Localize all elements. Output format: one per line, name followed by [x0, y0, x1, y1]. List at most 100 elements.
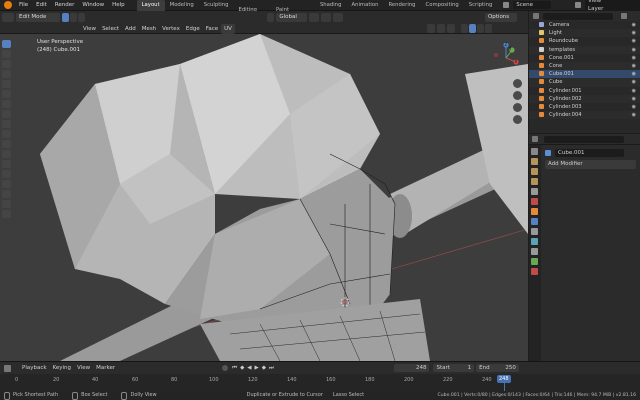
outliner-item-cylinder-004[interactable]: Cylinder.004 ◉	[529, 111, 640, 120]
poly-build-tool-icon[interactable]	[2, 180, 11, 188]
eye-icon[interactable]: ◉	[632, 70, 636, 78]
eye-icon[interactable]: ◉	[632, 21, 636, 29]
outliner-item-cube[interactable]: Cube ◉	[529, 78, 640, 87]
xray-icon[interactable]	[446, 24, 455, 33]
render-tab-icon[interactable]	[531, 158, 538, 165]
properties-search-input[interactable]	[544, 135, 624, 143]
playhead[interactable]: 248	[497, 375, 511, 383]
eye-icon[interactable]: ◉	[632, 37, 636, 45]
menu-playback[interactable]: Playback	[19, 362, 50, 374]
tab-animation[interactable]: Animation	[346, 0, 383, 11]
3d-viewport[interactable]: User Perspective (248) Cube.001 Y Z X	[0, 34, 528, 361]
play-reverse-icon[interactable]: ◀	[247, 365, 251, 371]
outliner-filter-icon[interactable]	[533, 13, 539, 19]
vertex-select-icon[interactable]	[62, 13, 70, 22]
object-name-field[interactable]: Cube.001	[555, 148, 625, 157]
next-keyframe-icon[interactable]: ◆	[262, 365, 266, 371]
zoom-icon[interactable]	[513, 79, 522, 88]
overlay-icon[interactable]	[436, 24, 445, 33]
tab-layout[interactable]: Layout	[136, 0, 165, 11]
menu-help[interactable]: Help	[108, 0, 129, 11]
scale-tool-icon[interactable]	[2, 80, 11, 88]
eye-icon[interactable]: ◉	[632, 103, 636, 111]
add-cube-tool-icon[interactable]	[2, 120, 11, 128]
scene-icon[interactable]	[503, 2, 510, 8]
proportional-edit-icon[interactable]	[332, 13, 343, 22]
face-select-icon[interactable]	[78, 13, 86, 22]
eye-icon[interactable]: ◉	[632, 29, 636, 37]
wireframe-shading-icon[interactable]	[460, 24, 468, 33]
particles-tab-icon[interactable]	[531, 228, 538, 235]
eye-icon[interactable]: ◉	[632, 78, 636, 86]
prev-keyframe-icon[interactable]: ◆	[240, 365, 244, 371]
smooth-tool-icon[interactable]	[2, 200, 11, 208]
inset-tool-icon[interactable]	[2, 140, 11, 148]
record-icon[interactable]	[222, 365, 229, 371]
bevel-tool-icon[interactable]	[2, 150, 11, 158]
outliner-search-input[interactable]	[543, 12, 613, 20]
add-modifier-button[interactable]: Add Modifier	[545, 160, 636, 169]
outliner-item-cone-001[interactable]: Cone.001 ◉	[529, 54, 640, 62]
menu-window[interactable]: Window	[78, 0, 108, 11]
menu-add[interactable]: Add	[122, 24, 139, 34]
view-layer-tab-icon[interactable]	[531, 178, 538, 185]
extrude-tool-icon[interactable]	[2, 130, 11, 138]
outliner-item-cone[interactable]: Cone ◉	[529, 61, 640, 71]
menu-mesh[interactable]: Mesh	[139, 24, 159, 34]
eye-icon[interactable]: ◉	[632, 111, 636, 119]
jump-start-icon[interactable]: ⏮	[232, 365, 237, 372]
grid-view-icon[interactable]	[513, 115, 522, 124]
outliner-item-cylinder-003[interactable]: Cylinder.003 ◉	[529, 103, 640, 111]
outliner-item-roundcube[interactable]: Roundcube ◉	[529, 37, 640, 45]
transform-tool-icon[interactable]	[2, 90, 11, 98]
tab-shading[interactable]: Shading	[315, 0, 347, 11]
pan-hand-icon[interactable]	[513, 91, 522, 100]
outliner-item-templates[interactable]: templates ◉	[529, 45, 640, 54]
world-tab-icon[interactable]	[531, 198, 538, 205]
modifier-tab-icon[interactable]	[531, 218, 538, 225]
timeline-editor-icon[interactable]	[4, 364, 11, 372]
knife-tool-icon[interactable]	[2, 170, 11, 178]
tab-modeling[interactable]: Modeling	[165, 0, 199, 11]
menu-select[interactable]: Select	[99, 24, 122, 34]
material-tab-icon[interactable]	[531, 268, 538, 275]
pivot-icon[interactable]	[308, 13, 319, 22]
tool-tab-icon[interactable]	[531, 148, 538, 155]
viewport-visibility-icon[interactable]	[426, 24, 435, 33]
menu-file[interactable]: File	[15, 0, 32, 11]
material-shading-icon[interactable]	[476, 24, 484, 33]
camera-view-icon[interactable]	[513, 103, 522, 112]
menu-view[interactable]: View	[80, 24, 99, 34]
shrink-tool-icon[interactable]	[2, 210, 11, 218]
output-tab-icon[interactable]	[531, 168, 538, 175]
properties-editor-icon[interactable]	[532, 136, 538, 142]
scene-selector[interactable]: Scene	[513, 1, 552, 9]
transform-orientation-icon[interactable]	[267, 13, 275, 22]
menu-keying[interactable]: Keying	[50, 362, 74, 374]
outliner-item-camera[interactable]: Camera ◉	[529, 21, 640, 29]
eye-icon[interactable]: ◉	[632, 95, 636, 103]
measure-tool-icon[interactable]	[2, 110, 11, 118]
view-layer-icon[interactable]	[575, 2, 582, 8]
outliner-item-cylinder-002[interactable]: Cylinder.002 ◉	[529, 94, 640, 103]
tab-compositing[interactable]: Compositing	[421, 0, 464, 11]
editor-type-icon[interactable]	[2, 13, 14, 22]
outliner-item-cube-001[interactable]: Cube.001 ◉	[529, 70, 640, 79]
loop-cut-tool-icon[interactable]	[2, 160, 11, 168]
transform-orientation-selector[interactable]: Global	[276, 13, 307, 22]
eye-icon[interactable]: ◉	[632, 87, 636, 95]
physics-tab-icon[interactable]	[531, 238, 538, 245]
annotate-tool-icon[interactable]	[2, 100, 11, 108]
cursor-tool-icon[interactable]	[2, 50, 11, 58]
eye-icon[interactable]: ◉	[632, 54, 636, 62]
start-frame-field[interactable]: Start 1	[433, 364, 475, 372]
timeline-scrubber[interactable]: 0 20 40 60 80 100 120 140 160 180 200 22…	[0, 374, 640, 392]
end-frame-field[interactable]: End 250	[476, 364, 519, 372]
options-dropdown[interactable]: Options	[484, 13, 518, 22]
menu-uv[interactable]: UV	[221, 23, 235, 34]
edge-select-icon[interactable]	[70, 13, 78, 22]
constraints-tab-icon[interactable]	[531, 248, 538, 255]
play-icon[interactable]: ▶	[255, 365, 259, 371]
blender-logo-icon[interactable]	[4, 1, 12, 9]
render-shading-icon[interactable]	[484, 24, 492, 33]
